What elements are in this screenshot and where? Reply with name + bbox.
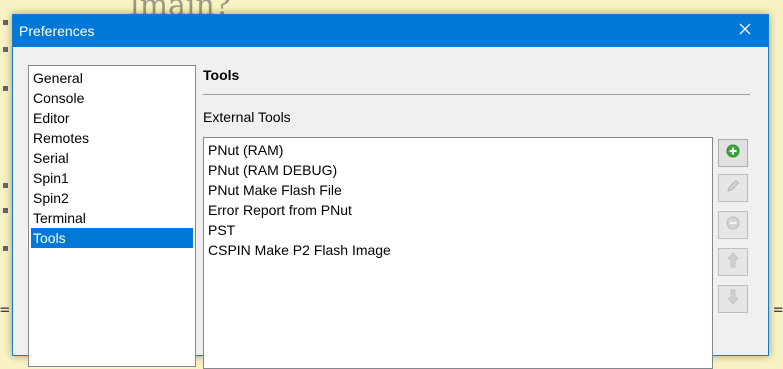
bullet-marker [3, 183, 8, 188]
category-item-spin1[interactable]: Spin1 [31, 168, 193, 188]
background-text-left: = [0, 300, 10, 319]
category-item-tools[interactable]: Tools [31, 228, 193, 248]
tool-item[interactable]: PNut Make Flash File [208, 180, 342, 200]
category-item-general[interactable]: General [31, 68, 193, 88]
tool-item[interactable]: CSPIN Make P2 Flash Image [208, 240, 391, 260]
move-up-icon [727, 251, 739, 273]
preferences-dialog: Preferences General Console Editor Remot… [12, 14, 769, 369]
external-tools-list[interactable]: PNut (RAM) PNut (RAM DEBUG) PNut Make Fl… [203, 137, 713, 369]
tool-item[interactable]: PST [208, 220, 235, 240]
category-list[interactable]: General Console Editor Remotes Serial Sp… [28, 65, 196, 367]
add-icon [726, 144, 740, 163]
add-tool-button[interactable] [718, 139, 748, 167]
close-button[interactable] [722, 15, 768, 47]
divider [203, 94, 750, 95]
tool-item[interactable]: PNut (RAM DEBUG) [208, 160, 337, 180]
remove-tool-button[interactable] [718, 211, 748, 239]
panel-title: Tools [203, 67, 240, 83]
bullet-marker [3, 20, 8, 25]
category-item-serial[interactable]: Serial [31, 148, 193, 168]
category-item-console[interactable]: Console [31, 88, 193, 108]
tool-item[interactable]: PNut (RAM) [208, 140, 283, 160]
title-bar[interactable]: Preferences [13, 15, 768, 47]
bullet-marker [3, 86, 8, 91]
edit-tool-button[interactable] [718, 174, 748, 202]
edit-icon [725, 178, 741, 199]
move-up-button[interactable] [718, 248, 748, 276]
category-item-spin2[interactable]: Spin2 [31, 188, 193, 208]
dialog-title: Preferences [19, 23, 95, 39]
category-item-remotes[interactable]: Remotes [31, 128, 193, 148]
category-item-terminal[interactable]: Terminal [31, 208, 193, 228]
bullet-marker [3, 47, 8, 52]
bullet-marker [3, 208, 8, 213]
move-down-icon [727, 289, 739, 310]
move-down-button[interactable] [718, 285, 748, 313]
external-tools-label: External Tools [203, 109, 291, 125]
bullet-marker [3, 246, 8, 251]
close-icon [739, 22, 751, 40]
tool-item[interactable]: Error Report from PNut [208, 200, 352, 220]
remove-icon [726, 216, 740, 235]
background-text-right: = [773, 300, 783, 319]
category-item-editor[interactable]: Editor [31, 108, 193, 128]
